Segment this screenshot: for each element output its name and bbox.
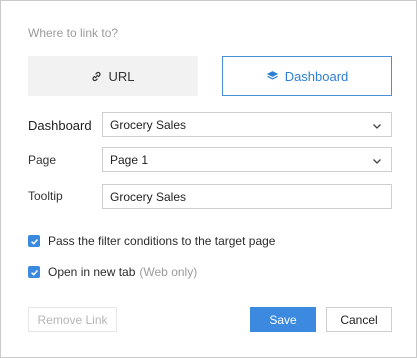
link-type-url-button[interactable]: URL: [28, 56, 198, 96]
tooltip-field-label: Tooltip: [28, 189, 63, 203]
new-tab-note: (Web only): [139, 265, 198, 279]
link-type-dashboard-label: Dashboard: [284, 68, 349, 84]
page-select-value: Page 1: [110, 152, 149, 167]
dashboard-stack-icon: [266, 70, 279, 82]
page-select[interactable]: Page 1: [102, 147, 392, 172]
page-field-label: Page: [28, 153, 57, 167]
new-tab-checkbox[interactable]: [28, 266, 40, 278]
save-button[interactable]: Save: [250, 307, 316, 332]
pass-filters-label: Pass the filter conditions to the target…: [48, 234, 276, 248]
dashboard-field-label: Dashboard: [28, 118, 92, 133]
dashboard-select[interactable]: Grocery Sales: [102, 112, 392, 137]
new-tab-option[interactable]: Open in new tab (Web only): [28, 265, 197, 279]
link-icon: [91, 71, 102, 82]
remove-link-button[interactable]: Remove Link: [28, 307, 117, 332]
pass-filters-option[interactable]: Pass the filter conditions to the target…: [28, 234, 275, 248]
link-dialog: Where to link to? URL Dashboard Dashboar…: [0, 0, 417, 358]
pass-filters-checkbox[interactable]: [28, 235, 40, 247]
link-target-hint: Where to link to?: [28, 26, 119, 40]
cancel-button[interactable]: Cancel: [326, 307, 392, 332]
link-type-dashboard-button[interactable]: Dashboard: [222, 56, 392, 96]
dashboard-select-value: Grocery Sales: [110, 117, 187, 132]
link-type-url-label: URL: [108, 68, 135, 84]
chevron-down-icon: [372, 120, 382, 130]
tooltip-input[interactable]: Grocery Sales: [102, 184, 392, 209]
new-tab-label: Open in new tab: [48, 265, 136, 279]
chevron-down-icon: [372, 155, 382, 165]
tooltip-input-value: Grocery Sales: [110, 189, 187, 204]
